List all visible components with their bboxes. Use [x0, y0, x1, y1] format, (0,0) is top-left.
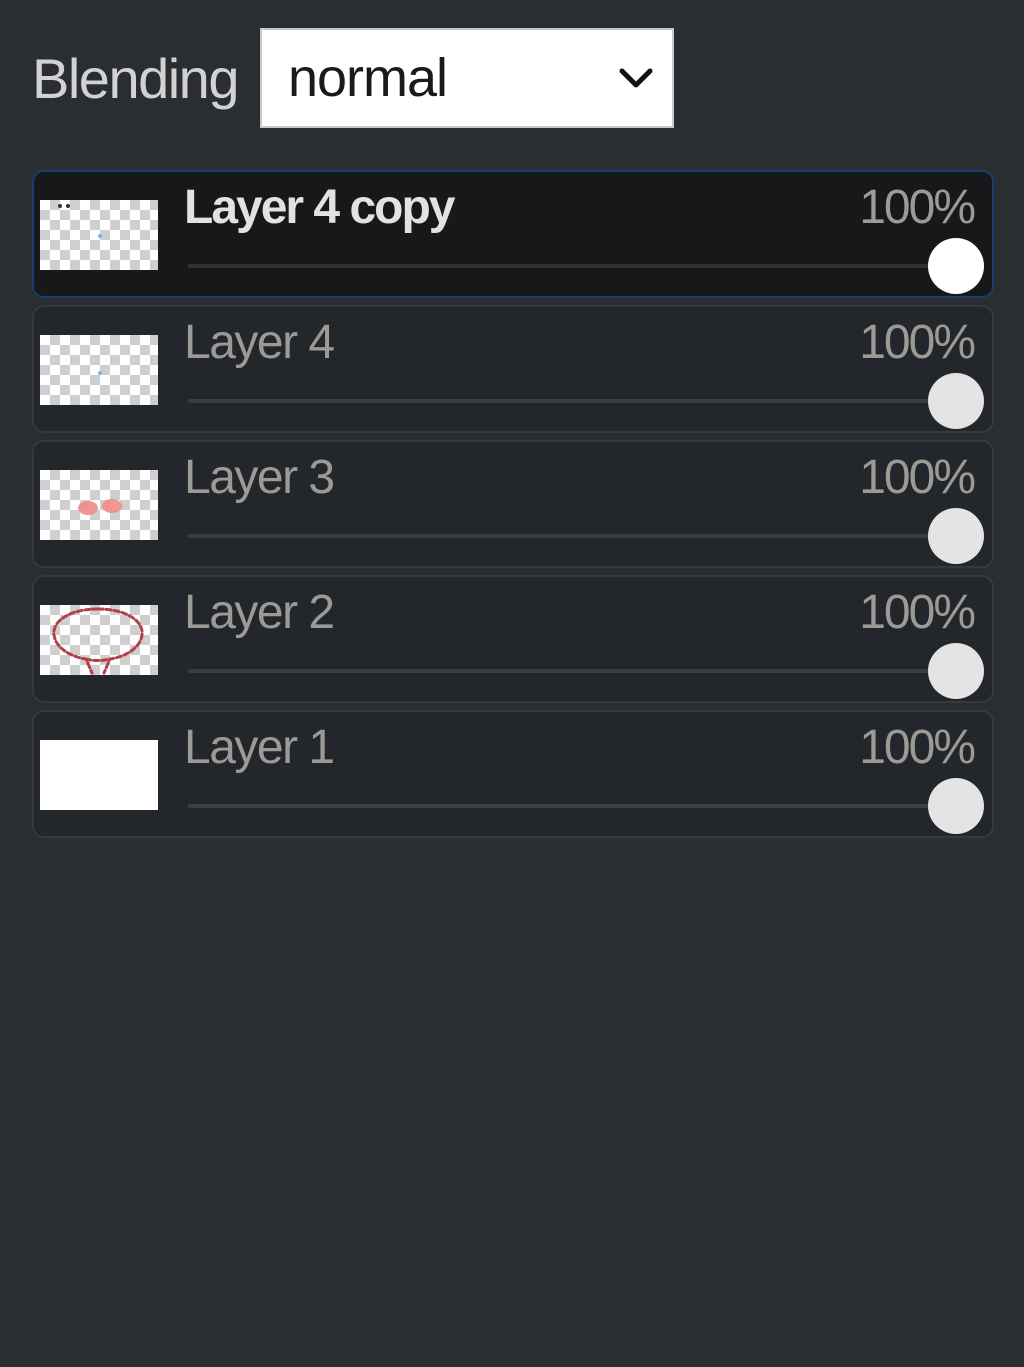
- layer-list: Layer 4 copy 100% Layer 4 100% Layer 3 1…: [32, 170, 994, 845]
- opacity-slider[interactable]: [188, 508, 984, 564]
- layer-thumbnail: [40, 200, 158, 270]
- layer-name: Layer 1: [184, 721, 335, 774]
- layer-opacity-value: 100%: [859, 586, 976, 639]
- layer-thumbnail: [40, 605, 158, 675]
- layer-name: Layer 4: [184, 316, 335, 369]
- layer-name: Layer 4 copy: [184, 181, 455, 234]
- opacity-slider[interactable]: [188, 373, 984, 429]
- opacity-slider-handle[interactable]: [928, 373, 984, 429]
- layer-opacity-value: 100%: [859, 721, 976, 774]
- layer-item-layer-4[interactable]: Layer 4 100%: [32, 305, 994, 433]
- opacity-slider[interactable]: [188, 238, 984, 294]
- opacity-slider-handle[interactable]: [928, 643, 984, 699]
- opacity-slider-handle[interactable]: [928, 778, 984, 834]
- layer-name: Layer 2: [184, 586, 335, 639]
- layer-opacity-value: 100%: [859, 451, 976, 504]
- layer-item-layer-1[interactable]: Layer 1 100%: [32, 710, 994, 838]
- layer-thumbnail: [40, 740, 158, 810]
- blending-label: Blending: [32, 46, 239, 110]
- layer-name: Layer 3: [184, 451, 335, 504]
- opacity-slider-handle[interactable]: [928, 508, 984, 564]
- layer-opacity-value: 100%: [859, 316, 976, 369]
- blending-row: Blending normal: [32, 28, 674, 128]
- opacity-slider[interactable]: [188, 778, 984, 834]
- layers-panel: Blending normal Layer 4 copy 100% Layer …: [0, 0, 1024, 1367]
- chevron-down-icon: [619, 68, 653, 88]
- opacity-slider-handle[interactable]: [928, 238, 984, 294]
- blending-select[interactable]: normal: [259, 28, 674, 128]
- layer-item-layer-3[interactable]: Layer 3 100%: [32, 440, 994, 568]
- blending-select-value: normal: [287, 48, 448, 108]
- layer-thumbnail: [40, 470, 158, 540]
- layer-thumbnail: [40, 335, 158, 405]
- opacity-slider[interactable]: [188, 643, 984, 699]
- layer-opacity-value: 100%: [859, 181, 976, 234]
- layer-item-layer-2[interactable]: Layer 2 100%: [32, 575, 994, 703]
- layer-item-layer-4-copy[interactable]: Layer 4 copy 100%: [32, 170, 994, 298]
